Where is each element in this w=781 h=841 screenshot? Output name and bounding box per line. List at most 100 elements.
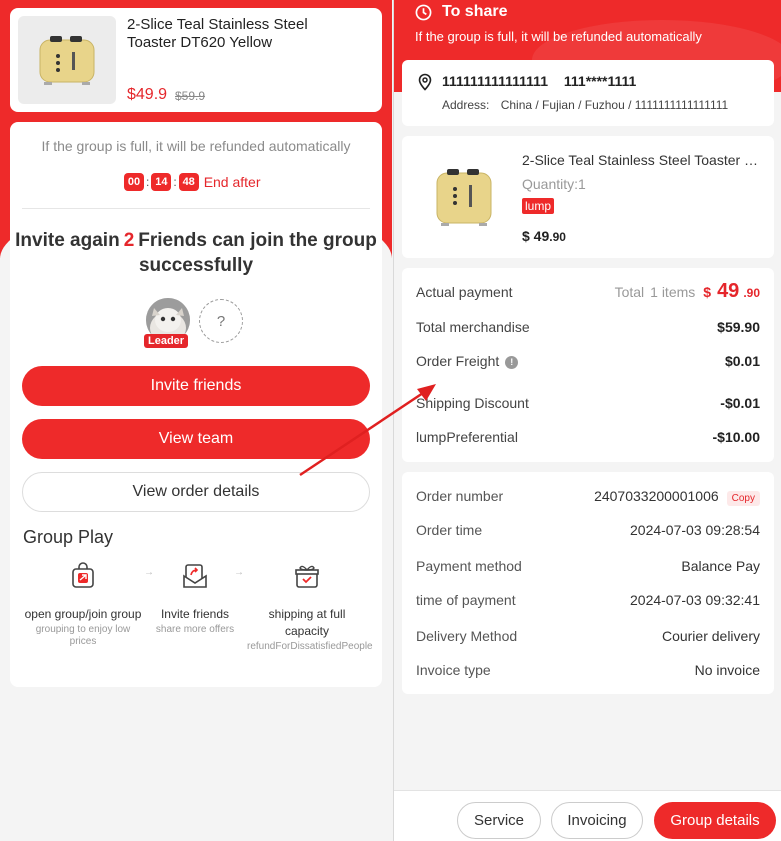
view-order-details-button[interactable]: View order details xyxy=(22,472,370,512)
copy-button[interactable]: Copy xyxy=(726,491,760,506)
step-name: Invite friends xyxy=(160,607,230,621)
status-title: To share xyxy=(442,3,508,20)
detail-label: Order time xyxy=(416,522,483,538)
share-icon xyxy=(181,562,209,590)
actual-payment-row: Actual payment Total 1 items $ 49 .90 xyxy=(416,280,760,303)
step-arrow-icon: → xyxy=(234,567,244,578)
detail-label: Delivery Method xyxy=(416,628,518,644)
payment-row-label: lumpPreferential xyxy=(416,429,518,445)
amount-decimal: .90 xyxy=(743,286,760,300)
info-icon[interactable]: ! xyxy=(505,355,519,369)
product-card[interactable]: 2-Slice Teal Stainless Steel Toaster DT6… xyxy=(10,8,382,112)
status-subtitle: If the group is full, it will be refunde… xyxy=(415,29,702,44)
address-label: Address: xyxy=(442,98,490,112)
detail-value: 2024-07-03 09:28:54 xyxy=(630,522,760,538)
bag-icon xyxy=(69,562,97,590)
step-name: open group/join group xyxy=(24,607,142,621)
actual-payment-label: Actual payment xyxy=(416,283,513,300)
product-title: 2-Slice Teal Stainless Steel Toaster DT6… xyxy=(522,152,760,168)
step-description: share more offers xyxy=(155,624,235,635)
invite-count: 2 xyxy=(123,230,135,251)
payment-summary-card: Actual payment Total 1 items $ 49 .90 To… xyxy=(402,268,774,462)
divider xyxy=(22,208,370,209)
timer-minutes: 14 xyxy=(151,173,172,191)
amount-main: 49 xyxy=(717,280,740,302)
price-main: $ 49 xyxy=(522,228,550,244)
invite-message: Invite again 2 Friends can join the group … xyxy=(10,228,382,278)
timer-separator: : xyxy=(173,175,177,189)
payment-row-value: $59.90 xyxy=(717,319,760,335)
payment-row-value: -$0.01 xyxy=(720,395,760,411)
timer-suffix: End after xyxy=(203,174,261,190)
detail-value: 2407033200001006 xyxy=(594,488,719,504)
recipient-name: 111111111111111 xyxy=(442,73,548,89)
view-team-button[interactable]: View team xyxy=(22,419,370,459)
order-detail-screen: To share If the group is full, it will b… xyxy=(393,0,781,841)
product-price: $49.9 xyxy=(127,86,168,103)
location-pin-icon xyxy=(418,73,432,91)
invoicing-button[interactable]: Invoicing xyxy=(551,802,643,839)
detail-row: time of payment 2024-07-03 09:32:41 xyxy=(416,592,760,608)
group-play-title: Group Play xyxy=(23,527,114,547)
timer-separator: : xyxy=(146,175,150,189)
empty-member-slot[interactable]: ? xyxy=(199,299,243,343)
product-quantity: Quantity:1 xyxy=(522,176,586,192)
refund-note: If the group is full, it will be refunde… xyxy=(41,138,351,154)
product-image xyxy=(18,16,116,104)
payment-row-value: -$10.00 xyxy=(712,429,760,445)
invite-text-after: Friends can join the group successfully xyxy=(138,230,377,276)
bottom-action-bar: Service Invoicing Group details xyxy=(394,790,781,841)
leader-tag: Leader xyxy=(144,334,189,348)
address-line: Address: China / Fujian / Fuzhou / 11111… xyxy=(442,98,728,112)
group-details-button[interactable]: Group details xyxy=(654,802,776,839)
product-price: $ 49.90 xyxy=(522,228,566,244)
detail-label: Payment method xyxy=(416,558,522,574)
detail-value: No invoice xyxy=(694,662,760,678)
freight-label-group: Order Freight! xyxy=(416,353,519,369)
order-status: To share xyxy=(415,3,508,21)
payment-row-label: Order Freight xyxy=(416,353,500,369)
countdown-timer: 00 : 14 : 48 End after xyxy=(124,173,261,191)
detail-row: Invoice type No invoice xyxy=(416,662,760,678)
step-shipping-full: shipping at full capacity refundForDissa… xyxy=(247,562,373,653)
recipient-phone: 111****1111 xyxy=(563,73,637,89)
payment-row: Total merchandise $59.90 xyxy=(416,319,760,335)
detail-label: time of payment xyxy=(416,592,516,608)
group-share-screen: 2-Slice Teal Stainless Steel Toaster DT6… xyxy=(0,0,392,841)
product-title: 2-Slice Teal Stainless Steel Toaster DT6… xyxy=(127,16,308,51)
detail-label: Order number xyxy=(416,488,504,504)
step-description: grouping to enjoy low prices xyxy=(35,624,131,647)
product-original-price: $59.9 xyxy=(175,89,206,103)
service-button[interactable]: Service xyxy=(457,802,541,839)
payment-row: Order Freight! $0.01 xyxy=(416,353,760,369)
step-open-group: open group/join group grouping to enjoy … xyxy=(23,562,143,648)
detail-row: Order number 2407033200001006 Copy xyxy=(416,488,760,506)
address-card[interactable]: 111111111111111 111****1111 Address: Chi… xyxy=(402,60,774,126)
payment-row-label: Total merchandise xyxy=(416,319,530,335)
payment-row-label: Shipping Discount xyxy=(416,395,529,411)
timer-hours: 00 xyxy=(124,173,144,191)
invite-text-before: Invite again xyxy=(15,230,120,251)
group-tag: lump xyxy=(522,198,555,214)
detail-row: Delivery Method Courier delivery xyxy=(416,628,760,644)
detail-row: Payment method Balance Pay xyxy=(416,558,760,574)
invite-friends-button[interactable]: Invite friends xyxy=(22,366,370,406)
payment-row: Shipping Discount -$0.01 xyxy=(416,395,760,411)
clock-icon xyxy=(415,4,432,20)
currency-symbol: $ xyxy=(703,284,712,300)
recipient-line: 111111111111111 111****1111 xyxy=(442,73,636,89)
order-details-card: Order number 2407033200001006 Copy Order … xyxy=(402,472,774,694)
detail-value: 2024-07-03 09:32:41 xyxy=(630,592,760,608)
order-product-card[interactable]: 2-Slice Teal Stainless Steel Toaster DT6… xyxy=(402,136,774,258)
address-value: China / Fujian / Fuzhou / 11111111111111… xyxy=(500,98,729,112)
price-decimal: .90 xyxy=(549,230,566,244)
timer-seconds: 48 xyxy=(178,173,199,191)
step-description: refundForDissatisfiedPeople xyxy=(247,641,373,652)
actual-payment-total: Total 1 items $ 49 .90 xyxy=(615,280,760,303)
detail-row: Order time 2024-07-03 09:28:54 xyxy=(416,522,760,538)
payment-row: lumpPreferential -$10.00 xyxy=(416,429,760,445)
detail-value: Balance Pay xyxy=(681,558,760,574)
detail-label: Invoice type xyxy=(416,662,491,678)
order-number-group: 2407033200001006 Copy xyxy=(594,488,760,506)
step-name: shipping at full capacity xyxy=(268,607,346,638)
